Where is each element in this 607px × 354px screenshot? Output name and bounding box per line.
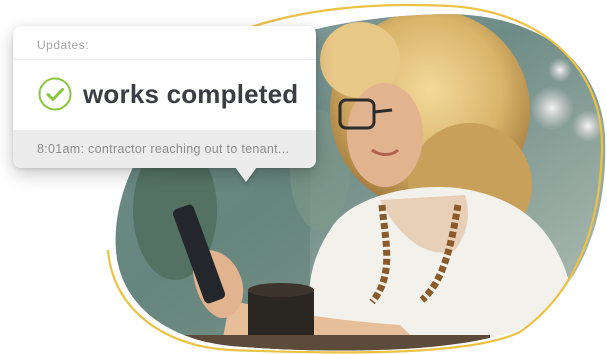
check-circle-icon: [38, 77, 72, 111]
update-card: Updates: works completed 8:01am: contrac…: [13, 26, 316, 182]
divider: [13, 59, 316, 60]
update-log-entry: 8:01am: contractor reaching out to tenan…: [37, 142, 290, 156]
updates-header: Updates:: [37, 38, 90, 52]
card-pointer: [235, 167, 257, 182]
update-log: 8:01am: contractor reaching out to tenan…: [13, 130, 316, 168]
status-title: works completed: [83, 79, 299, 109]
